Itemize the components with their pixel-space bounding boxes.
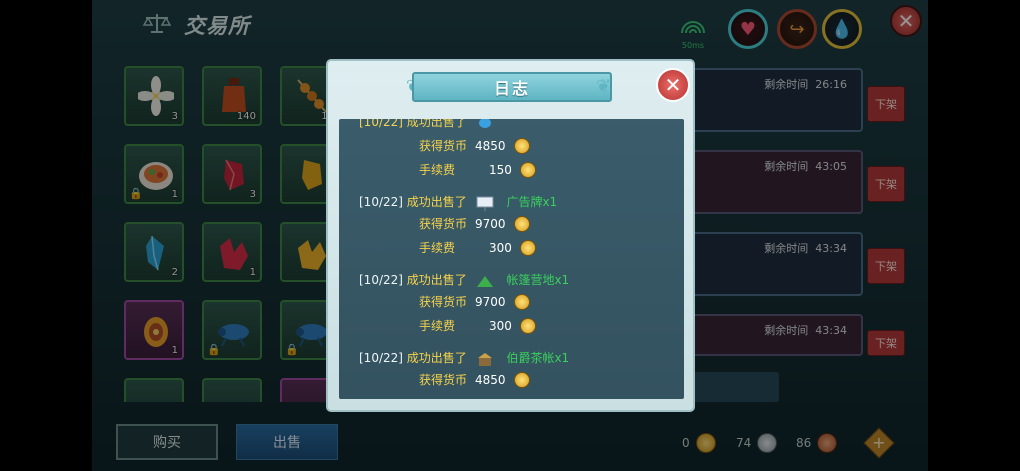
gold-coin-icon: [513, 137, 530, 154]
log-item: 广告牌x1: [506, 195, 558, 209]
gold-coin-icon: [519, 317, 536, 334]
tea-stall-icon: [477, 352, 492, 366]
log-action: 成功出售了: [406, 195, 467, 209]
earn-value: 4850: [475, 372, 506, 387]
log-date: [10/22]: [359, 273, 403, 287]
log-entry: [10/22] 成功出售了 帐篷营地x1: [359, 271, 569, 289]
tent-icon: [476, 275, 493, 287]
gold-coin-icon: [519, 161, 536, 178]
fee-label: 手续费: [419, 241, 456, 255]
log-action: [10/22] 成功出售了: [359, 119, 467, 129]
close-icon: ✕: [664, 73, 682, 97]
log-date: [10/22]: [359, 195, 403, 209]
earn-label: 获得货币: [419, 295, 468, 309]
fee-row: 手续费 300: [419, 317, 536, 334]
log-title: 日志: [412, 72, 612, 102]
log-action: 成功出售了: [406, 351, 467, 365]
fee-label: 手续费: [419, 319, 456, 333]
fee-value: 300: [489, 318, 512, 333]
earn-label: 获得货币: [419, 139, 468, 153]
close-log-button[interactable]: ✕: [656, 68, 690, 102]
log-dialog: ❦ 日志 ❦ ✕ [10/22] 成功出售了 获得货币 4850 手续费 150…: [326, 59, 695, 412]
gold-coin-icon: [513, 215, 530, 232]
log-entry: [10/22] 成功出售了 广告牌x1: [359, 193, 557, 211]
earn-row: 获得货币 9700: [419, 215, 530, 232]
earn-row: 获得货币 9700: [419, 293, 530, 310]
gold-coin-icon: [513, 371, 530, 388]
earn-row: 获得货币 4850: [419, 371, 530, 388]
ornament-right-icon: ❦: [596, 76, 612, 97]
earn-value: 4850: [475, 138, 506, 153]
log-entry: [10/22] 成功出售了: [359, 119, 499, 131]
log-item: 帐篷营地x1: [506, 273, 570, 287]
billboard-icon: [476, 196, 494, 211]
log-entry: [10/22] 成功出售了 伯爵茶帐x1: [359, 349, 569, 367]
fee-label: 手续费: [419, 163, 456, 177]
earn-label: 获得货币: [419, 217, 468, 231]
log-item: 伯爵茶帐x1: [506, 351, 570, 365]
gold-coin-icon: [519, 239, 536, 256]
fee-value: 300: [489, 240, 512, 255]
earn-value: 9700: [475, 216, 506, 231]
gold-coin-icon: [513, 293, 530, 310]
fee-value: 150: [489, 162, 512, 177]
earn-label: 获得货币: [419, 373, 468, 387]
fee-row: 手续费 300: [419, 239, 536, 256]
fee-row: 手续费 150: [419, 161, 536, 178]
earn-row: 获得货币 4850: [419, 137, 530, 154]
item-icon: [478, 119, 491, 128]
log-list[interactable]: [10/22] 成功出售了 获得货币 4850 手续费 150 [10/22] …: [339, 119, 684, 399]
log-action: 成功出售了: [406, 273, 467, 287]
earn-value: 9700: [475, 294, 506, 309]
log-date: [10/22]: [359, 351, 403, 365]
